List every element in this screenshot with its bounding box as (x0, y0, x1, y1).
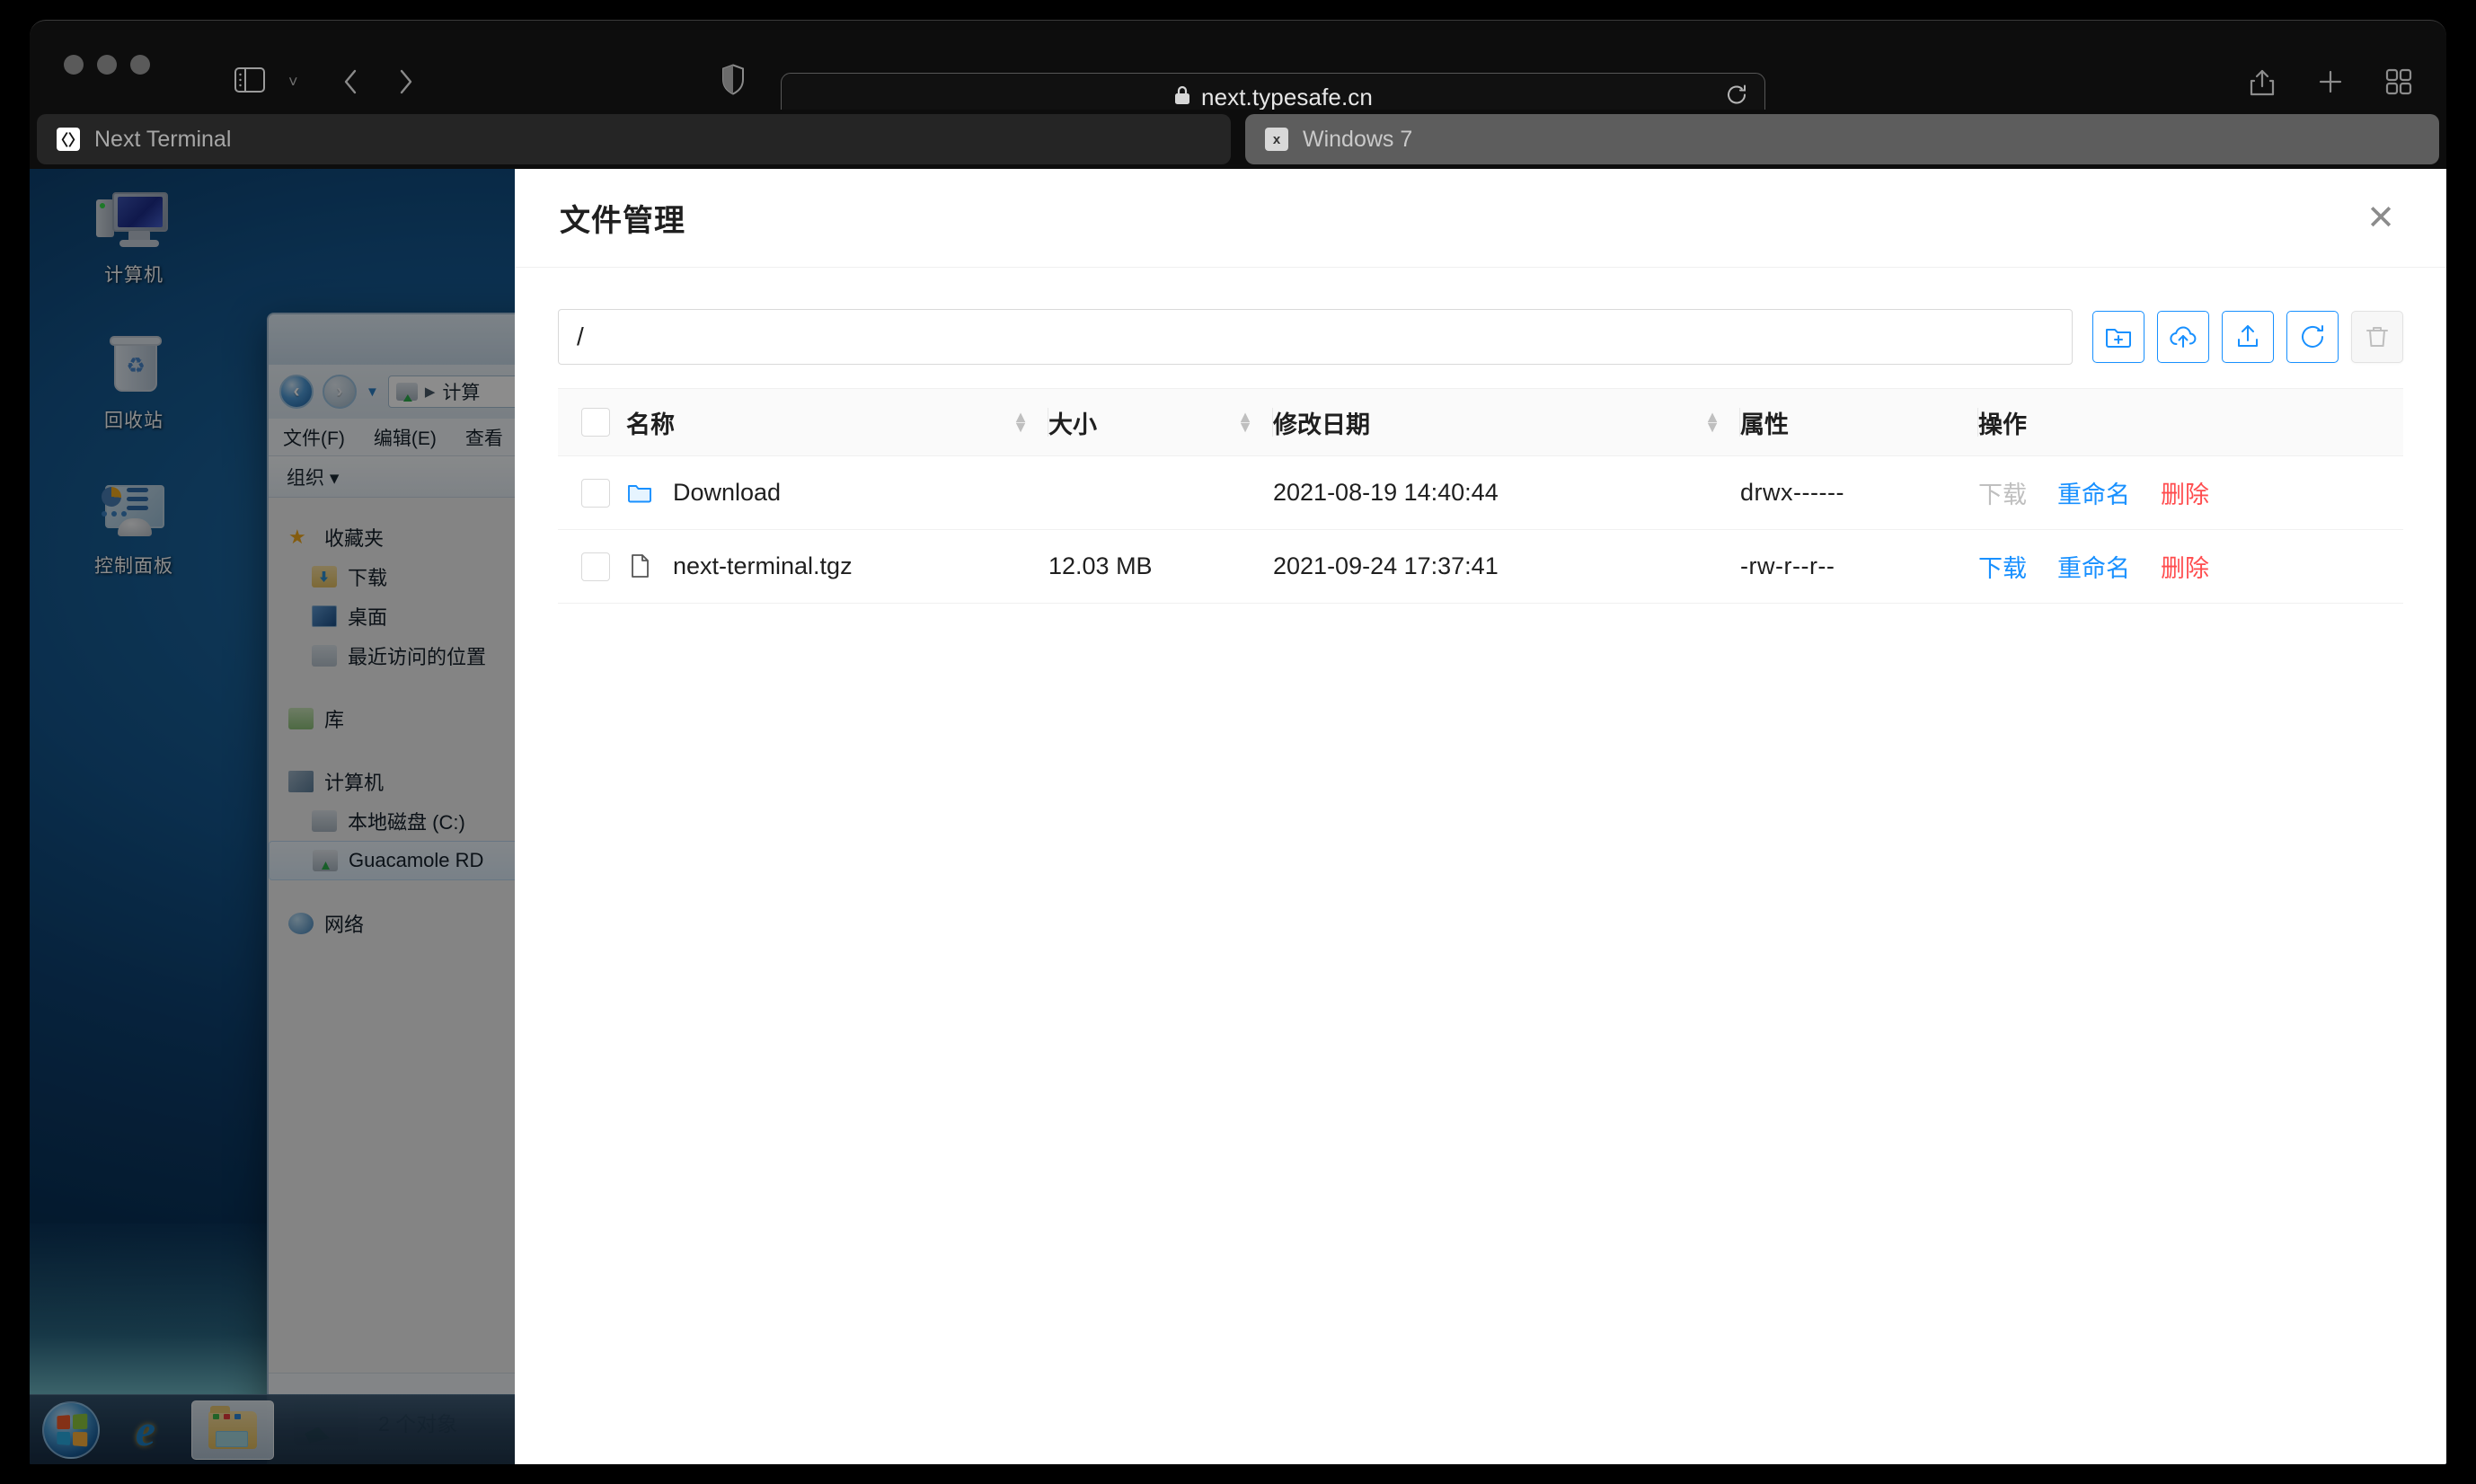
cell-actions: 下载 重命名 删除 (1978, 475, 2403, 510)
tab-title: Next Terminal (94, 126, 232, 152)
path-input[interactable] (558, 309, 2073, 365)
sort-toggle-name[interactable]: ▲ ▼ (1013, 409, 1029, 435)
file-manager-modal: 文件管理 ✕ / 名称 ▲ ▼ 大小 ▲ ▼ 修改日期 ▲ ▼ 属性 操作 Do… (515, 169, 2446, 1464)
column-header-actions: 操作 (1978, 389, 2403, 455)
page-title: 文件管理 (560, 204, 685, 238)
plus-icon[interactable] (2317, 68, 2344, 95)
column-header-label: 名称 (626, 411, 675, 438)
close-window-button[interactable] (64, 55, 84, 75)
folder-icon (626, 479, 655, 508)
cell-attributes: drwx------ (1740, 479, 1844, 506)
next-terminal-favicon-icon: 〈〉 (53, 128, 84, 151)
navigation-arrows[interactable] (342, 68, 414, 95)
cell-modified: 2021-08-19 14:40:44 (1273, 479, 1499, 506)
file-icon (626, 552, 655, 581)
browser-right-actions[interactable] (2249, 66, 2412, 97)
table-header-row: 名称 ▲ ▼ 大小 ▲ ▼ 修改日期 ▲ ▼ 属性 操作 (558, 388, 2403, 456)
delete-link[interactable]: 删除 (2161, 549, 2209, 584)
tab-overview-icon[interactable] (2385, 68, 2412, 95)
url-text: next.typesafe.cn (1201, 83, 1373, 110)
refresh-button[interactable] (2286, 311, 2339, 363)
column-header-label: 操作 (1978, 411, 2027, 438)
rename-link[interactable]: 重命名 (2057, 549, 2130, 584)
file-name-label: Download (673, 479, 782, 506)
share-icon[interactable] (2249, 66, 2276, 97)
column-header-size[interactable]: 大小 ▲ ▼ (1048, 389, 1273, 455)
browser-toolbar: ˅ next.typesafe.cn (30, 20, 2446, 121)
cell-actions: 下载 重命名 删除 (1978, 549, 2403, 584)
cell-name[interactable]: Download (626, 479, 1048, 508)
sort-toggle-size[interactable]: ▲ ▼ (1237, 409, 1253, 435)
new-folder-button[interactable] (2092, 311, 2144, 363)
column-header-label: 大小 (1048, 411, 1097, 438)
cell-name[interactable]: next-terminal.tgz (626, 552, 1048, 581)
delete-link[interactable]: 删除 (2161, 475, 2209, 510)
select-all-checkbox[interactable] (581, 408, 610, 437)
column-header-name[interactable]: 名称 ▲ ▼ (626, 389, 1048, 455)
page-viewport: 计算机 ♻ 回收站 控制面板 ‹ › ▼ ▶ 计算 文件(F) 编辑(E) 查看… (30, 169, 2446, 1464)
tab-title: Windows 7 (1303, 126, 1413, 152)
tab-next-terminal[interactable]: 〈〉 Next Terminal (37, 114, 1231, 164)
column-header-label: 属性 (1740, 411, 1789, 438)
safari-browser-window: ˅ next.typesafe.cn 〈〉 Next Terminal x Wi… (0, 0, 2476, 1484)
upload-file-button[interactable] (2222, 311, 2274, 363)
sidebar-icon[interactable] (234, 67, 270, 96)
reload-icon[interactable] (1725, 84, 1748, 111)
refresh-icon (2298, 322, 2327, 351)
forward-arrow-icon[interactable] (398, 68, 414, 95)
cloud-upload-icon (2169, 322, 2197, 351)
file-name-label: next-terminal.tgz (673, 552, 853, 579)
rename-link[interactable]: 重命名 (2057, 475, 2130, 510)
upload-cloud-button[interactable] (2157, 311, 2209, 363)
window-traffic-lights[interactable] (64, 55, 150, 75)
table-row[interactable]: Download 2021-08-19 14:40:44 drwx------ … (558, 456, 2403, 530)
maximize-window-button[interactable] (130, 55, 150, 75)
cell-attributes: -rw-r--r-- (1740, 552, 1835, 579)
modal-overlay[interactable]: 文件管理 ✕ / 名称 ▲ ▼ 大小 ▲ ▼ 修改日期 ▲ ▼ 属性 操作 Do… (30, 169, 2446, 1464)
file-manager-toolbar (558, 309, 2403, 365)
cell-size: 12.03 MB (1048, 552, 1153, 579)
toolbar-buttons (2092, 309, 2403, 365)
table-row[interactable]: next-terminal.tgz 12.03 MB 2021-09-24 17… (558, 530, 2403, 604)
back-arrow-icon[interactable] (342, 68, 358, 95)
windows-7-favicon-icon: x (1265, 128, 1288, 151)
tab-strip: 〈〉 Next Terminal x Windows 7 (30, 110, 2446, 169)
column-header-label: 修改日期 (1273, 411, 1370, 438)
download-link[interactable]: 下载 (1978, 549, 2027, 584)
column-header-modified[interactable]: 修改日期 ▲ ▼ (1273, 389, 1740, 455)
select-all-cell (558, 408, 626, 437)
upload-icon (2233, 322, 2262, 351)
modal-header: 文件管理 ✕ (515, 169, 2446, 268)
file-table: 名称 ▲ ▼ 大小 ▲ ▼ 修改日期 ▲ ▼ 属性 操作 Download 20… (558, 388, 2403, 604)
modal-body: 名称 ▲▼ 大小 ▲▼ 修改日期 ▲▼ (515, 268, 2446, 1464)
download-link[interactable]: 下载 (1978, 475, 2027, 510)
row-checkbox[interactable] (581, 478, 610, 508)
row-checkbox[interactable] (581, 552, 610, 581)
folder-plus-icon (2104, 322, 2133, 351)
delete-button[interactable] (2351, 311, 2403, 363)
chevron-down-icon[interactable]: ˅ (288, 73, 298, 92)
cell-modified: 2021-09-24 17:37:41 (1273, 552, 1499, 579)
trash-icon (2364, 323, 2391, 350)
row-select-cell (558, 552, 626, 581)
lock-icon (1173, 84, 1191, 110)
row-select-cell (558, 478, 626, 508)
close-icon[interactable]: ✕ (2360, 198, 2401, 239)
sort-toggle-modified[interactable]: ▲ ▼ (1704, 409, 1720, 435)
column-header-attributes: 属性 (1740, 389, 1978, 455)
tab-windows-7[interactable]: x Windows 7 (1245, 114, 2439, 164)
minimize-window-button[interactable] (97, 55, 117, 75)
privacy-shield-icon[interactable] (721, 64, 745, 100)
